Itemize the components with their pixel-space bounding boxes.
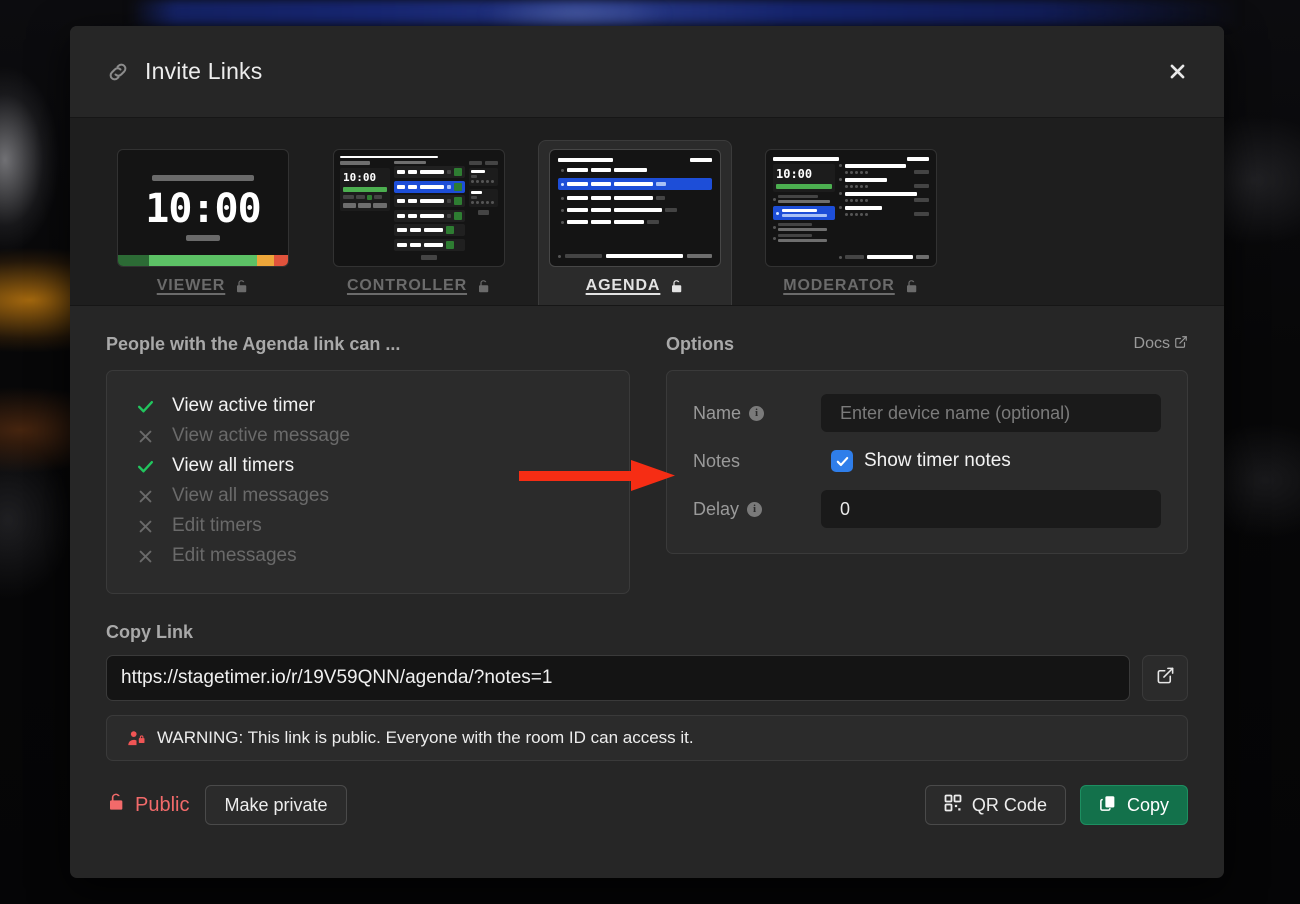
info-icon[interactable]: i [747,502,762,517]
dialog-body: People with the Agenda link can ... View… [70,306,1224,878]
controller-preview-thumbnail: 10:00 [333,149,505,267]
option-row-delay: Delay i [693,485,1161,533]
tab-controller-label-row: CONTROLLER [333,277,505,295]
permission-label: Edit messages [172,545,297,567]
warning-text: WARNING: This link is public. Everyone w… [157,728,694,748]
unlock-icon [106,792,126,818]
open-link-button[interactable] [1142,655,1188,701]
info-icon[interactable]: i [749,406,764,421]
viewer-preview-time: 10:00 [145,189,260,229]
copy-link-section: Copy Link WARNING: This link [106,622,1188,825]
moderator-preview-thumbnail: 10:00 [765,149,937,267]
delay-input[interactable] [821,490,1161,528]
tab-controller[interactable]: 10:00 [322,140,516,305]
unlock-icon [904,279,919,294]
viewer-preview-thumbnail: 10:00 [117,149,289,267]
permission-edit-messages: Edit messages [135,541,607,571]
permission-label: View all timers [172,455,294,477]
unlock-icon [234,279,249,294]
permissions-heading-row: People with the Agenda link can ... [106,332,630,356]
dialog-title: Invite Links [145,58,1160,85]
permission-view-active-message: View active message [135,421,607,451]
visibility-label: Public [135,794,189,817]
docs-link[interactable]: Docs [1134,335,1188,354]
check-icon [835,454,850,469]
permission-view-active-timer: View active timer [135,391,607,421]
qr-code-icon [944,794,962,817]
check-icon [135,397,155,416]
permissions-section: People with the Agenda link can ... View… [106,332,630,594]
tab-viewer-label: VIEWER [157,277,226,295]
options-section: Options Docs Name i [666,332,1188,594]
make-private-button[interactable]: Make private [205,785,346,825]
delay-label-group: Delay i [693,499,821,520]
backdrop-blue-highlight [480,0,670,24]
link-type-tabs: 10:00 VIEWER [70,118,1224,306]
copy-label: Copy [1127,795,1169,816]
cross-icon [135,548,155,565]
notes-checkbox-label: Show timer notes [864,450,1011,472]
unlock-icon [476,279,491,294]
notes-checkbox[interactable]: Show timer notes [821,450,1011,472]
user-lock-icon [127,729,146,748]
options-panel: Name i Notes Show timer [666,370,1188,554]
tab-moderator[interactable]: 10:00 [754,140,948,305]
permission-view-all-messages: View all messages [135,481,607,511]
delay-label: Delay [693,499,739,520]
agenda-preview-thumbnail [549,149,721,267]
link-icon [106,60,130,84]
footer-right: QR Code Copy [925,785,1188,825]
permission-label: View active timer [172,395,315,417]
permission-edit-timers: Edit timers [135,511,607,541]
copy-icon [1099,794,1117,817]
public-link-warning: WARNING: This link is public. Everyone w… [106,715,1188,761]
tab-agenda-label-row: AGENDA [549,277,721,295]
permission-label: Edit timers [172,515,262,537]
docs-link-label: Docs [1134,335,1170,353]
tab-viewer-label-row: VIEWER [117,277,289,295]
checkbox-box[interactable] [831,450,853,472]
permission-label: View active message [172,425,350,447]
permissions-panel: View active timer View active message Vi… [106,370,630,594]
notes-label-group: Notes [693,451,821,472]
footer-left: Public Make private [106,785,347,825]
notes-label: Notes [693,451,740,472]
name-label: Name [693,403,741,424]
qr-code-label: QR Code [972,795,1047,816]
url-row [106,655,1188,701]
cross-icon [135,518,155,535]
qr-code-button[interactable]: QR Code [925,785,1066,825]
close-icon[interactable] [1160,55,1194,89]
dialog-footer: Public Make private [106,785,1188,825]
backdrop-blue-band [130,0,1240,26]
permission-view-all-timers: View all timers [135,451,607,481]
option-row-name: Name i [693,389,1161,437]
unlock-icon [669,279,684,294]
permission-label: View all messages [172,485,329,507]
tab-controller-label: CONTROLLER [347,277,467,295]
tab-viewer[interactable]: 10:00 VIEWER [106,140,300,305]
make-private-label: Make private [224,795,327,816]
tab-agenda[interactable]: AGENDA [538,140,732,305]
copy-button[interactable]: Copy [1080,785,1188,825]
cross-icon [135,428,155,445]
visibility-status: Public [106,792,189,818]
option-row-notes: Notes Show timer notes [693,437,1161,485]
invite-links-dialog: Invite Links 10:00 [70,26,1224,878]
check-icon [135,457,155,476]
cross-icon [135,488,155,505]
tab-moderator-label: MODERATOR [783,277,895,295]
invite-url-input[interactable] [106,655,1130,701]
options-heading: Options [666,334,734,355]
name-label-group: Name i [693,403,821,424]
external-link-icon [1156,666,1175,690]
external-link-icon [1174,335,1188,354]
dialog-header: Invite Links [70,26,1224,118]
device-name-input[interactable] [821,394,1161,432]
tab-moderator-label-row: MODERATOR [765,277,937,295]
permissions-heading: People with the Agenda link can ... [106,334,400,355]
options-heading-row: Options Docs [666,332,1188,356]
copy-link-heading: Copy Link [106,622,1188,643]
tab-agenda-label: AGENDA [586,277,661,295]
